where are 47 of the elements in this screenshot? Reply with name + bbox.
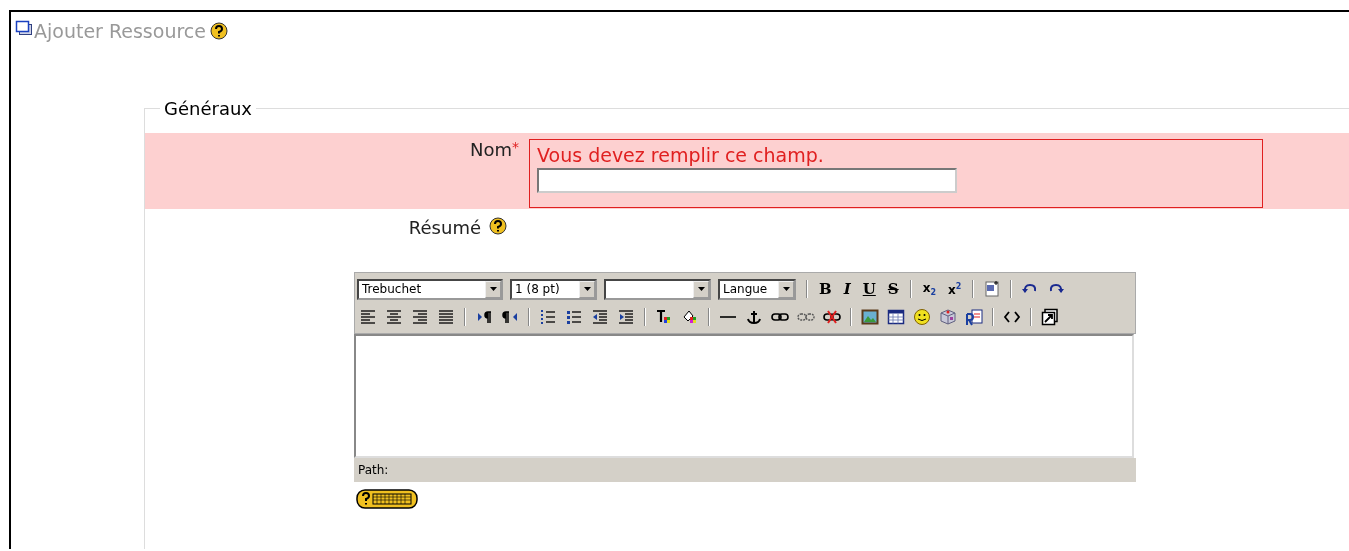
justify-icon[interactable]: [437, 308, 455, 326]
field-label: Nom: [470, 139, 512, 160]
windows-icon: [15, 20, 33, 36]
align-right-icon[interactable]: [411, 308, 429, 326]
anchor-icon[interactable]: [745, 308, 763, 326]
remove-link-icon[interactable]: [823, 308, 841, 326]
text-color-icon[interactable]: [655, 308, 673, 326]
outdent-icon[interactable]: [591, 308, 609, 326]
superscript-button[interactable]: x$^{2}$: [944, 281, 966, 297]
smiley-icon[interactable]: [913, 308, 931, 326]
page-title: Ajouter Ressource: [34, 20, 206, 42]
dropdown-arrow-icon[interactable]: [489, 287, 497, 291]
dropdown-arrow-icon[interactable]: [782, 287, 790, 291]
right-to-left-icon[interactable]: [501, 308, 519, 326]
fullscreen-icon[interactable]: [1041, 308, 1059, 326]
dropdown[interactable]: [604, 278, 711, 300]
table-icon[interactable]: [887, 308, 905, 326]
dropdown[interactable]: 1 (8 pt): [510, 278, 597, 300]
name-input-field[interactable]: [537, 168, 957, 193]
section-legend: Généraux: [160, 98, 256, 119]
align-center-icon[interactable]: [385, 308, 403, 326]
field-label: Résumé: [408, 217, 481, 238]
cube-icon[interactable]: [939, 308, 957, 326]
underline-button[interactable]: U: [858, 280, 880, 298]
bullet-list-icon[interactable]: [565, 308, 583, 326]
dropdown-arrow-icon[interactable]: [697, 287, 705, 291]
numbered-list-icon[interactable]: [539, 308, 557, 326]
paste-document-icon[interactable]: [965, 308, 983, 326]
dropdown[interactable]: Langue: [718, 278, 796, 300]
help-icon[interactable]: [209, 22, 228, 40]
strikethrough-button[interactable]: S: [883, 280, 903, 298]
path-label: Path:: [358, 463, 389, 477]
subscript-button[interactable]: x$_{2}$: [918, 280, 940, 298]
bold-button[interactable]: B: [815, 280, 836, 298]
image-icon[interactable]: [861, 308, 879, 326]
left-to-right-icon[interactable]: [475, 308, 493, 326]
error-message: Vous devez remplir ce champ.: [537, 144, 825, 166]
help-icon[interactable]: [489, 217, 507, 235]
dropdown-arrow-icon[interactable]: [583, 287, 591, 291]
keyboard-help-icon[interactable]: [356, 489, 418, 509]
dropdown[interactable]: Trebuchet: [357, 278, 503, 300]
align-left-icon[interactable]: [359, 308, 377, 326]
indent-icon[interactable]: [617, 308, 635, 326]
word-document-icon[interactable]: [983, 280, 1002, 298]
italic-button[interactable]: I: [839, 280, 855, 298]
paint-bucket-icon[interactable]: [681, 308, 699, 326]
required-mark: *: [512, 139, 519, 155]
